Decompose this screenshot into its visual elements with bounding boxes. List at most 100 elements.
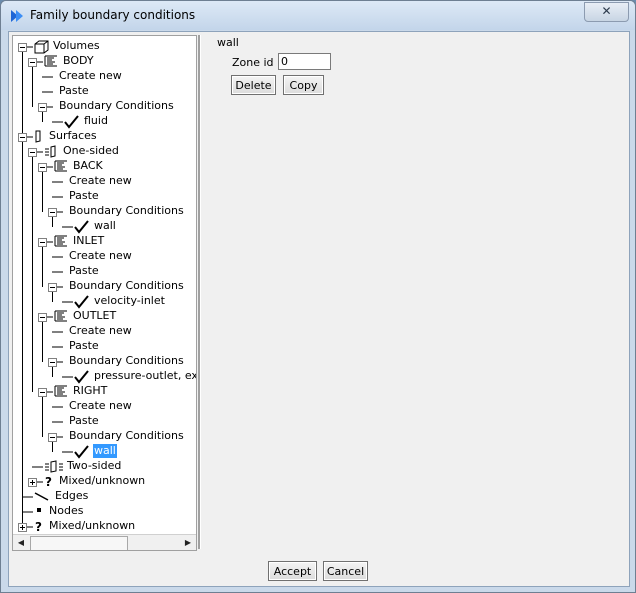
tree-node[interactable]: wall [93, 219, 117, 233]
list-lines-icon [54, 160, 68, 175]
tree-node[interactable]: Mixed/unknown [48, 519, 136, 533]
tree-node[interactable]: Two-sided [66, 459, 122, 473]
zone-id-label: Zone id [232, 56, 274, 69]
collapse-minus-icon[interactable] [28, 57, 37, 67]
tree-node[interactable]: Paste [68, 339, 100, 353]
tree-node[interactable]: RIGHT [72, 384, 108, 398]
tree-node-label: fluid [84, 114, 108, 127]
edge-icon [34, 490, 50, 505]
tree-node[interactable]: Create new [68, 324, 133, 338]
tree-node-label: One-sided [63, 144, 119, 157]
tree-node[interactable]: Mixed/unknown [58, 474, 146, 488]
one-sided-icon [44, 145, 58, 161]
close-icon: ✕ [601, 4, 612, 18]
tree-node[interactable]: BODY [62, 54, 95, 68]
tree-panel: Volumes BODY Create new Paste Boundary Condi… [12, 35, 197, 551]
collapse-minus-icon[interactable] [18, 42, 27, 52]
tree-node[interactable]: fluid [83, 114, 109, 128]
copy-button[interactable]: Copy [283, 75, 324, 95]
delete-button[interactable]: Delete [231, 75, 276, 95]
tree-node[interactable]: Create new [68, 174, 133, 188]
tree-node-label: BACK [73, 159, 103, 172]
collapse-minus-icon[interactable] [48, 207, 57, 217]
list-lines-icon [54, 235, 68, 250]
dialog-window: Family boundary conditions ✕ Volumes BODY… [0, 0, 636, 593]
tree-node-label: Nodes [49, 504, 84, 517]
tree-node-label: velocity-inlet [94, 294, 165, 307]
panel-splitter[interactable] [198, 35, 201, 549]
family-tree[interactable]: Volumes BODY Create new Paste Boundary Condi… [13, 36, 196, 534]
scroll-right-arrow[interactable]: ▶ [180, 535, 196, 550]
collapse-minus-icon[interactable] [48, 432, 57, 442]
collapse-minus-icon[interactable] [38, 237, 47, 247]
tree-node-label: Boundary Conditions [69, 429, 184, 442]
tree-node-label: Boundary Conditions [69, 354, 184, 367]
collapse-minus-icon[interactable] [38, 102, 47, 112]
collapse-minus-icon[interactable] [38, 312, 47, 322]
tree-node[interactable]: Boundary Conditions [68, 429, 185, 443]
tree-node-label: Paste [69, 414, 99, 427]
tree-node[interactable]: Edges [54, 489, 89, 503]
horizontal-scrollbar[interactable]: ◀ ▶ [13, 534, 196, 550]
collapse-minus-icon[interactable] [48, 282, 57, 292]
tree-node[interactable]: One-sided [62, 144, 120, 158]
tree-node[interactable]: Paste [68, 189, 100, 203]
collapse-minus-icon[interactable] [38, 387, 47, 397]
tree-node[interactable]: INLET [72, 234, 105, 248]
tree-node-label: Paste [69, 189, 99, 202]
tree-node[interactable]: Create new [68, 249, 133, 263]
tree-node[interactable]: pressure-outlet, exha [93, 369, 196, 383]
tree-node[interactable]: Volumes [52, 39, 101, 53]
tree-node-label: Paste [59, 84, 89, 97]
collapse-minus-icon[interactable] [48, 357, 57, 367]
tree-node-label: Create new [69, 174, 132, 187]
collapse-minus-icon[interactable] [18, 132, 27, 142]
cancel-button[interactable]: Cancel [323, 561, 368, 581]
tree-node[interactable]: Boundary Conditions [68, 279, 185, 293]
tree-node-label: Create new [69, 249, 132, 262]
collapse-minus-icon[interactable] [28, 147, 37, 157]
surface-sheet-icon [34, 130, 42, 146]
accept-button[interactable]: Accept [268, 561, 317, 581]
tree-node[interactable]: Nodes [48, 504, 84, 518]
collapse-minus-icon[interactable] [38, 162, 47, 172]
tree-node[interactable]: wall [93, 444, 117, 458]
tree-node-label: BODY [63, 54, 94, 67]
tree-node[interactable]: Paste [68, 414, 100, 428]
tree-node[interactable]: Create new [68, 399, 133, 413]
close-button[interactable]: ✕ [584, 2, 629, 22]
tree-node[interactable]: Boundary Conditions [68, 354, 185, 368]
tree-node-label: INLET [73, 234, 105, 247]
tree-node[interactable]: OUTLET [72, 309, 117, 323]
expand-plus-icon[interactable] [18, 522, 27, 532]
title-bar[interactable]: Family boundary conditions ✕ [1, 1, 635, 30]
tree-node-label: Volumes [53, 39, 100, 52]
tree-node[interactable]: Paste [68, 264, 100, 278]
tree-node-label: Create new [69, 324, 132, 337]
expand-plus-icon[interactable] [28, 477, 37, 487]
scroll-left-arrow[interactable]: ◀ [13, 535, 29, 550]
list-lines-icon [44, 55, 58, 70]
tree-node-label: Mixed/unknown [59, 474, 146, 487]
tree-node[interactable]: Boundary Conditions [58, 99, 175, 113]
app-arrow-icon [11, 10, 23, 22]
tree-node-label: Boundary Conditions [69, 204, 184, 217]
list-lines-icon [54, 385, 68, 400]
tree-node-label: OUTLET [73, 309, 117, 322]
question-icon: ? [44, 475, 54, 491]
selection-heading: wall [217, 36, 239, 49]
tree-node[interactable]: Surfaces [48, 129, 98, 143]
scroll-thumb[interactable] [30, 536, 128, 550]
node-icon [34, 505, 44, 518]
tree-node[interactable]: velocity-inlet [93, 294, 166, 308]
tree-node[interactable]: Paste [58, 84, 90, 98]
tree-node[interactable]: Boundary Conditions [68, 204, 185, 218]
svg-text:?: ? [45, 475, 52, 488]
zone-id-input[interactable] [278, 53, 331, 70]
dialog-body: Volumes BODY Create new Paste Boundary Condi… [8, 31, 630, 587]
tree-node-label-selected: wall [93, 444, 117, 458]
tree-node[interactable]: BACK [72, 159, 104, 173]
list-lines-icon [54, 310, 68, 325]
tree-node-label: wall [94, 219, 116, 232]
tree-node[interactable]: Create new [58, 69, 123, 83]
